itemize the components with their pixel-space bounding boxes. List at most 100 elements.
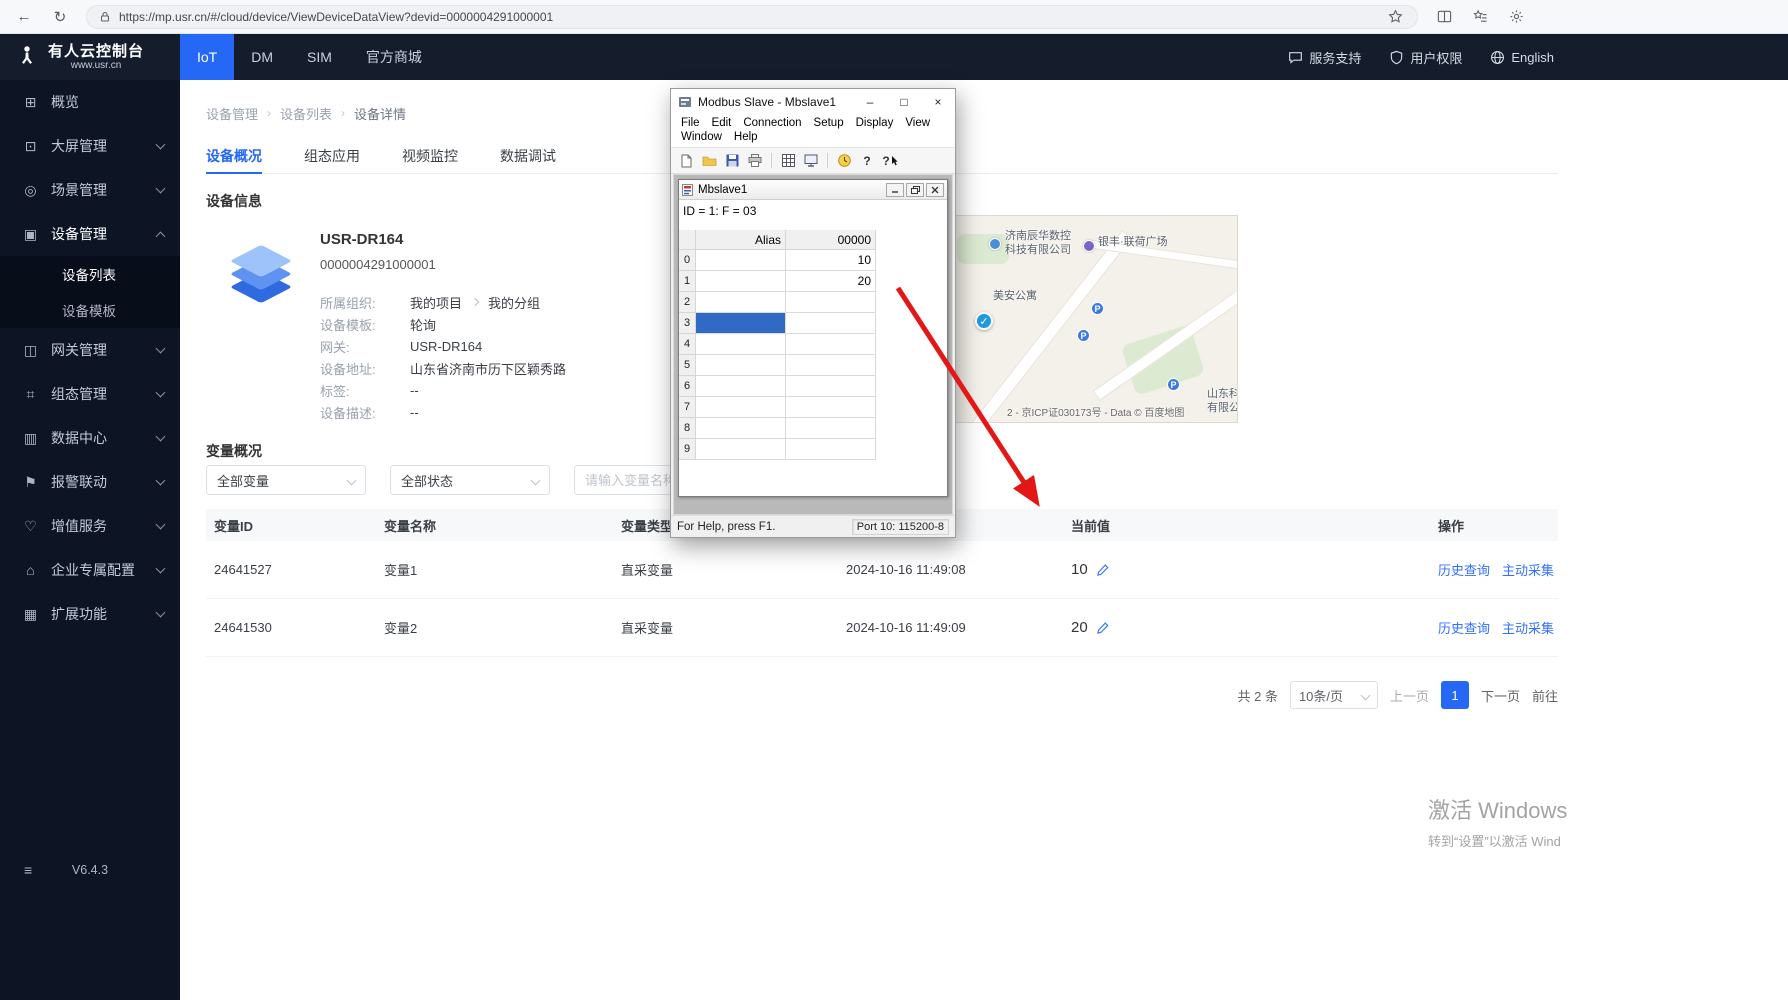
modbus-slave-window[interactable]: Modbus Slave - Mbslave1 – □ × File Edit … <box>670 88 956 538</box>
sidebar-item-overview[interactable]: ⊞ 概览 <box>0 80 180 124</box>
browser-settings-icon[interactable] <box>1506 7 1526 27</box>
row-number[interactable]: 1 <box>679 271 696 292</box>
next-page-button[interactable]: 下一页 <box>1481 686 1520 705</box>
mbslave1-child-window[interactable]: Mbslave1 ID = 1: F = 03 Alias 00000 0 10… <box>678 179 948 497</box>
alias-cell[interactable] <box>696 418 786 439</box>
new-file-icon[interactable] <box>676 151 696 171</box>
value-cell[interactable] <box>786 334 876 355</box>
org-project[interactable]: 我的项目 <box>410 293 462 312</box>
page-size-select[interactable]: 10条/页 <box>1289 681 1378 709</box>
mall-poi-icon[interactable] <box>1083 240 1095 252</box>
row-number[interactable]: 5 <box>679 355 696 376</box>
company-poi-icon[interactable] <box>989 238 1001 250</box>
prev-page-button[interactable]: 上一页 <box>1390 686 1429 705</box>
display-window-icon[interactable] <box>801 151 821 171</box>
device-location-marker[interactable]: ✓ <box>975 312 993 330</box>
alias-cell[interactable] <box>696 250 786 271</box>
tab-video-monitor[interactable]: 视频监控 <box>402 138 458 173</box>
open-file-icon[interactable] <box>699 151 719 171</box>
sidebar-item-extensions[interactable]: ▦ 扩展功能 <box>0 592 180 636</box>
top-tab-dm[interactable]: DM <box>234 34 290 80</box>
menu-setup[interactable]: Setup <box>808 116 850 130</box>
logo[interactable]: 有人云控制台 www.usr.cn <box>0 34 180 80</box>
tab-scada-app[interactable]: 组态应用 <box>304 138 360 173</box>
service-support[interactable]: 服务支持 <box>1288 48 1361 67</box>
row-number[interactable]: 2 <box>679 292 696 313</box>
value-cell[interactable] <box>786 292 876 313</box>
alias-cell[interactable] <box>696 292 786 313</box>
value-cell[interactable] <box>786 376 876 397</box>
sidebar-item-scene-mgmt[interactable]: ◎ 场景管理 <box>0 168 180 212</box>
breadcrumb-device-list[interactable]: 设备列表 <box>280 104 332 123</box>
sidebar-item-device-mgmt[interactable]: ▣ 设备管理 <box>0 212 180 256</box>
alias-cell[interactable] <box>696 376 786 397</box>
row-number[interactable]: 9 <box>679 439 696 460</box>
row-number[interactable]: 7 <box>679 397 696 418</box>
modbus-titlebar[interactable]: Modbus Slave - Mbslave1 – □ × <box>671 89 955 115</box>
split-screen-icon[interactable] <box>1434 7 1454 27</box>
edit-pencil-icon[interactable] <box>1096 563 1110 577</box>
alias-cell[interactable] <box>696 397 786 418</box>
tab-data-debug[interactable]: 数据调试 <box>500 138 556 173</box>
org-group[interactable]: 我的分组 <box>488 293 540 312</box>
value-cell[interactable]: 10 <box>786 250 876 271</box>
alias-cell[interactable] <box>696 439 786 460</box>
sidebar-item-data-center[interactable]: ▥ 数据中心 <box>0 416 180 460</box>
sidebar-item-alarm-linkage[interactable]: ⚑ 报警联动 <box>0 460 180 504</box>
refresh-icon[interactable]: ↻ <box>50 7 70 27</box>
value-cell[interactable] <box>786 439 876 460</box>
edit-pencil-icon[interactable] <box>1096 621 1110 635</box>
sidebar-item-gateway-mgmt[interactable]: ◫ 网关管理 <box>0 328 180 372</box>
row-number[interactable]: 3 <box>679 313 696 334</box>
language-switch[interactable]: English <box>1490 50 1554 65</box>
favorites-bar-icon[interactable] <box>1470 7 1490 27</box>
menu-window[interactable]: Window <box>675 130 728 144</box>
back-icon[interactable]: ← <box>14 7 34 27</box>
row-number[interactable]: 6 <box>679 376 696 397</box>
tab-device-overview[interactable]: 设备概况 <box>206 138 262 174</box>
parking-icon[interactable]: P <box>1077 329 1090 342</box>
maximize-button[interactable]: □ <box>887 89 921 115</box>
row-number[interactable]: 8 <box>679 418 696 439</box>
menu-help[interactable]: Help <box>728 130 764 144</box>
variable-type-select[interactable]: 全部变量 <box>206 465 366 495</box>
value-cell[interactable] <box>786 355 876 376</box>
help-icon[interactable]: ? <box>857 151 877 171</box>
alias-cell[interactable] <box>696 271 786 292</box>
top-tab-mall[interactable]: 官方商城 <box>349 34 439 80</box>
sidebar-item-value-added[interactable]: ♡ 增值服务 <box>0 504 180 548</box>
child-titlebar[interactable]: Mbslave1 <box>679 180 947 200</box>
value-cell[interactable] <box>786 313 876 334</box>
history-query-link[interactable]: 历史查询 <box>1438 560 1490 579</box>
alias-cell[interactable] <box>696 355 786 376</box>
history-query-link[interactable]: 历史查询 <box>1438 618 1490 637</box>
sidebar-item-config-mgmt[interactable]: ⌗ 组态管理 <box>0 372 180 416</box>
row-number[interactable]: 4 <box>679 334 696 355</box>
top-tab-iot[interactable]: IoT <box>180 34 235 80</box>
breadcrumb-device-mgmt[interactable]: 设备管理 <box>206 104 258 123</box>
address-bar[interactable]: https://mp.usr.cn/#/cloud/device/ViewDev… <box>86 4 1418 29</box>
clock-icon[interactable] <box>834 151 854 171</box>
value-cell[interactable] <box>786 397 876 418</box>
menu-view[interactable]: View <box>899 116 936 130</box>
minimize-button[interactable]: – <box>853 89 887 115</box>
selected-alias-cell[interactable] <box>696 313 786 334</box>
sidebar-item-screen-mgmt[interactable]: ⊡ 大屏管理 <box>0 124 180 168</box>
sidebar-item-enterprise-config[interactable]: ⌂ 企业专属配置 <box>0 548 180 592</box>
active-collect-link[interactable]: 主动采集 <box>1502 560 1554 579</box>
parking-icon[interactable]: P <box>1091 302 1104 315</box>
child-close-button[interactable] <box>926 182 944 197</box>
grid-header-alias[interactable]: Alias <box>696 230 786 250</box>
grid-header-00000[interactable]: 00000 <box>786 230 876 250</box>
sidebar-item-device-template[interactable]: 设备模板 <box>0 292 180 328</box>
value-cell[interactable]: 20 <box>786 271 876 292</box>
menu-display[interactable]: Display <box>850 116 900 130</box>
close-button[interactable]: × <box>921 89 955 115</box>
save-file-icon[interactable] <box>722 151 742 171</box>
collapse-sidebar-icon[interactable]: ≡ <box>24 862 32 878</box>
active-collect-link[interactable]: 主动采集 <box>1502 618 1554 637</box>
setup-grid-icon[interactable] <box>778 151 798 171</box>
sidebar-item-device-list[interactable]: 设备列表 <box>0 256 180 292</box>
site-info-lock-icon[interactable] <box>99 11 111 23</box>
menu-file[interactable]: File <box>675 116 706 130</box>
